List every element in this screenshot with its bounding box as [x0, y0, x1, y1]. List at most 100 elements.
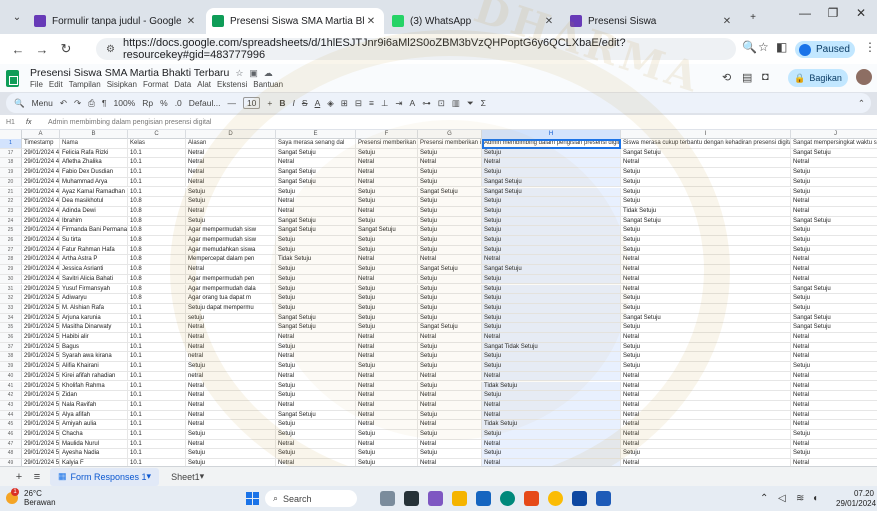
close-window-icon[interactable]: ✕ [846, 6, 876, 20]
url-field[interactable]: ⚙ https://docs.google.com/spreadsheets/d… [96, 37, 736, 61]
row-number[interactable]: 39 [0, 362, 22, 372]
table-cell[interactable]: Sangat Setuju [276, 177, 356, 188]
browser-tab[interactable]: Formulir tanpa judul - Google F ✕ [28, 8, 204, 34]
row-number[interactable]: 37 [0, 342, 22, 353]
table-cell[interactable]: Netral [356, 342, 418, 353]
table-cell[interactable]: 10.8 [128, 294, 186, 304]
font-size-increase[interactable]: + [267, 98, 272, 108]
table-cell[interactable]: 29/01/2024 5:24:02 [22, 449, 60, 460]
column-title-cell[interactable]: Sangat mempersingkat waktu sa [791, 139, 877, 149]
table-cell[interactable]: Setuju [482, 303, 621, 314]
browser-menu-icon[interactable]: ⋮ [864, 40, 876, 54]
chart-icon[interactable]: ▥ [452, 98, 460, 109]
table-cell[interactable]: Sangat Setuju [276, 148, 356, 159]
table-cell[interactable]: Netral [418, 420, 482, 430]
row-number[interactable]: 25 [0, 226, 22, 236]
rotate-icon[interactable]: A [410, 98, 416, 108]
borders-icon[interactable]: ⊞ [341, 98, 348, 109]
profile-paused-button[interactable]: Paused [795, 41, 855, 58]
teams-app-icon[interactable] [428, 491, 443, 506]
print-icon[interactable]: ⎙ [88, 98, 95, 109]
table-cell[interactable]: Netral [356, 177, 418, 188]
table-cell[interactable]: Netral [621, 381, 791, 392]
menu-item[interactable]: Format [143, 80, 168, 89]
table-cell[interactable]: Netral [482, 439, 621, 450]
comments-icon[interactable]: ▤ [742, 71, 752, 84]
row-number[interactable]: 27 [0, 245, 22, 256]
column-header[interactable]: I [621, 130, 791, 139]
table-cell[interactable]: Tidak Setuju [482, 381, 621, 392]
table-cell[interactable]: Netral [621, 459, 791, 466]
table-cell[interactable]: Netral [621, 371, 791, 382]
row-number[interactable]: 46 [0, 430, 22, 440]
table-cell[interactable]: Netral [186, 410, 276, 421]
terminal-app-icon[interactable] [572, 491, 587, 506]
bookmark-star-icon[interactable]: ☆ [758, 40, 769, 54]
table-cell[interactable]: Netral [356, 352, 418, 363]
table-cell[interactable]: Netral [791, 440, 877, 450]
table-cell[interactable]: Netral [791, 411, 877, 421]
sheet-tab-dropdown-icon[interactable]: ▾ [200, 471, 205, 482]
windows-start-icon[interactable] [246, 492, 259, 505]
table-cell[interactable]: Setuju [791, 178, 877, 188]
table-cell[interactable]: Afletha Zhalika [60, 158, 128, 169]
table-cell[interactable]: Netral [418, 158, 482, 169]
menu-item[interactable]: Tampilan [69, 80, 101, 89]
table-cell[interactable]: Netral [186, 400, 276, 411]
table-cell[interactable]: Netral [791, 352, 877, 363]
search-icon[interactable]: 🔍 [14, 98, 25, 109]
row-number[interactable]: 21 [0, 187, 22, 198]
table-cell[interactable]: 10.1 [128, 168, 186, 178]
taskbar-search[interactable]: ⌕ Search [265, 490, 357, 507]
row-number[interactable]: 41 [0, 381, 22, 392]
row-number[interactable]: 31 [0, 284, 22, 295]
table-cell[interactable]: Amiyah aulia [60, 420, 128, 430]
table-cell[interactable]: Netral [276, 333, 356, 343]
table-cell[interactable]: Netral [356, 400, 418, 411]
column-title-cell[interactable]: Admin membimbing dalam pengisian presens… [482, 139, 621, 149]
table-cell[interactable]: Setuju [621, 197, 791, 207]
row-number[interactable]: 44 [0, 410, 22, 421]
decimal-icon[interactable]: .0 [175, 98, 182, 108]
table-cell[interactable]: Agar mempermudah sisw [186, 226, 276, 236]
table-cell[interactable]: Sangat Setuju [621, 216, 791, 227]
formula-input[interactable]: Admin membimbing dalam pengisian presens… [48, 119, 211, 126]
table-cell[interactable]: Sangat Setuju [276, 168, 356, 178]
sheet-tab-dropdown-icon[interactable]: ▾ [147, 471, 152, 482]
table-cell[interactable]: 29/01/2024 5:25:11 [22, 459, 60, 466]
table-cell[interactable]: 29/01/2024 4:42:57 [22, 158, 60, 169]
weather-widget[interactable]: 26°C Berawan [24, 489, 56, 507]
table-cell[interactable]: Netral [621, 391, 791, 401]
table-cell[interactable]: Alya afifah [60, 410, 128, 421]
close-tab-icon[interactable]: ✕ [364, 16, 378, 27]
close-tab-icon[interactable]: ✕ [720, 16, 734, 27]
table-cell[interactable]: Netral [276, 371, 356, 382]
table-cell[interactable]: Agar memudahkan siswa [186, 245, 276, 256]
table-cell[interactable]: Setuju [418, 206, 482, 217]
reload-icon[interactable]: ↻ [54, 41, 78, 57]
table-cell[interactable]: Setuju [791, 188, 877, 198]
table-cell[interactable]: Netral [791, 255, 877, 266]
table-cell[interactable]: netral [186, 371, 276, 382]
table-cell[interactable]: Agar mempermudah dala [186, 284, 276, 295]
table-cell[interactable]: Netral [791, 265, 877, 275]
table-cell[interactable]: Setuju [621, 352, 791, 363]
text-color-icon[interactable]: A [315, 98, 321, 108]
table-cell[interactable]: Setuju [482, 236, 621, 246]
table-cell[interactable]: Tidak Setuju [621, 206, 791, 217]
back-icon[interactable]: ← [6, 42, 30, 57]
table-cell[interactable]: 10.8 [128, 265, 186, 275]
table-cell[interactable]: Chacha [60, 430, 128, 440]
fill-color-icon[interactable]: ◈ [327, 98, 334, 109]
maximize-icon[interactable]: ❐ [818, 6, 848, 20]
currency-format[interactable]: Rp [142, 98, 153, 108]
table-cell[interactable]: 10.1 [128, 430, 186, 440]
table-cell[interactable]: 10.1 [128, 177, 186, 188]
table-cell[interactable]: Setuju [418, 197, 482, 207]
table-cell[interactable]: Setuju [418, 148, 482, 159]
sheet-tab[interactable]: ▦ Form Responses 1 ▾ [50, 467, 160, 486]
table-cell[interactable]: 10.1 [128, 439, 186, 450]
row-number[interactable]: 45 [0, 420, 22, 430]
column-title-cell[interactable]: Nama [60, 139, 128, 149]
column-header[interactable]: G [418, 130, 482, 139]
